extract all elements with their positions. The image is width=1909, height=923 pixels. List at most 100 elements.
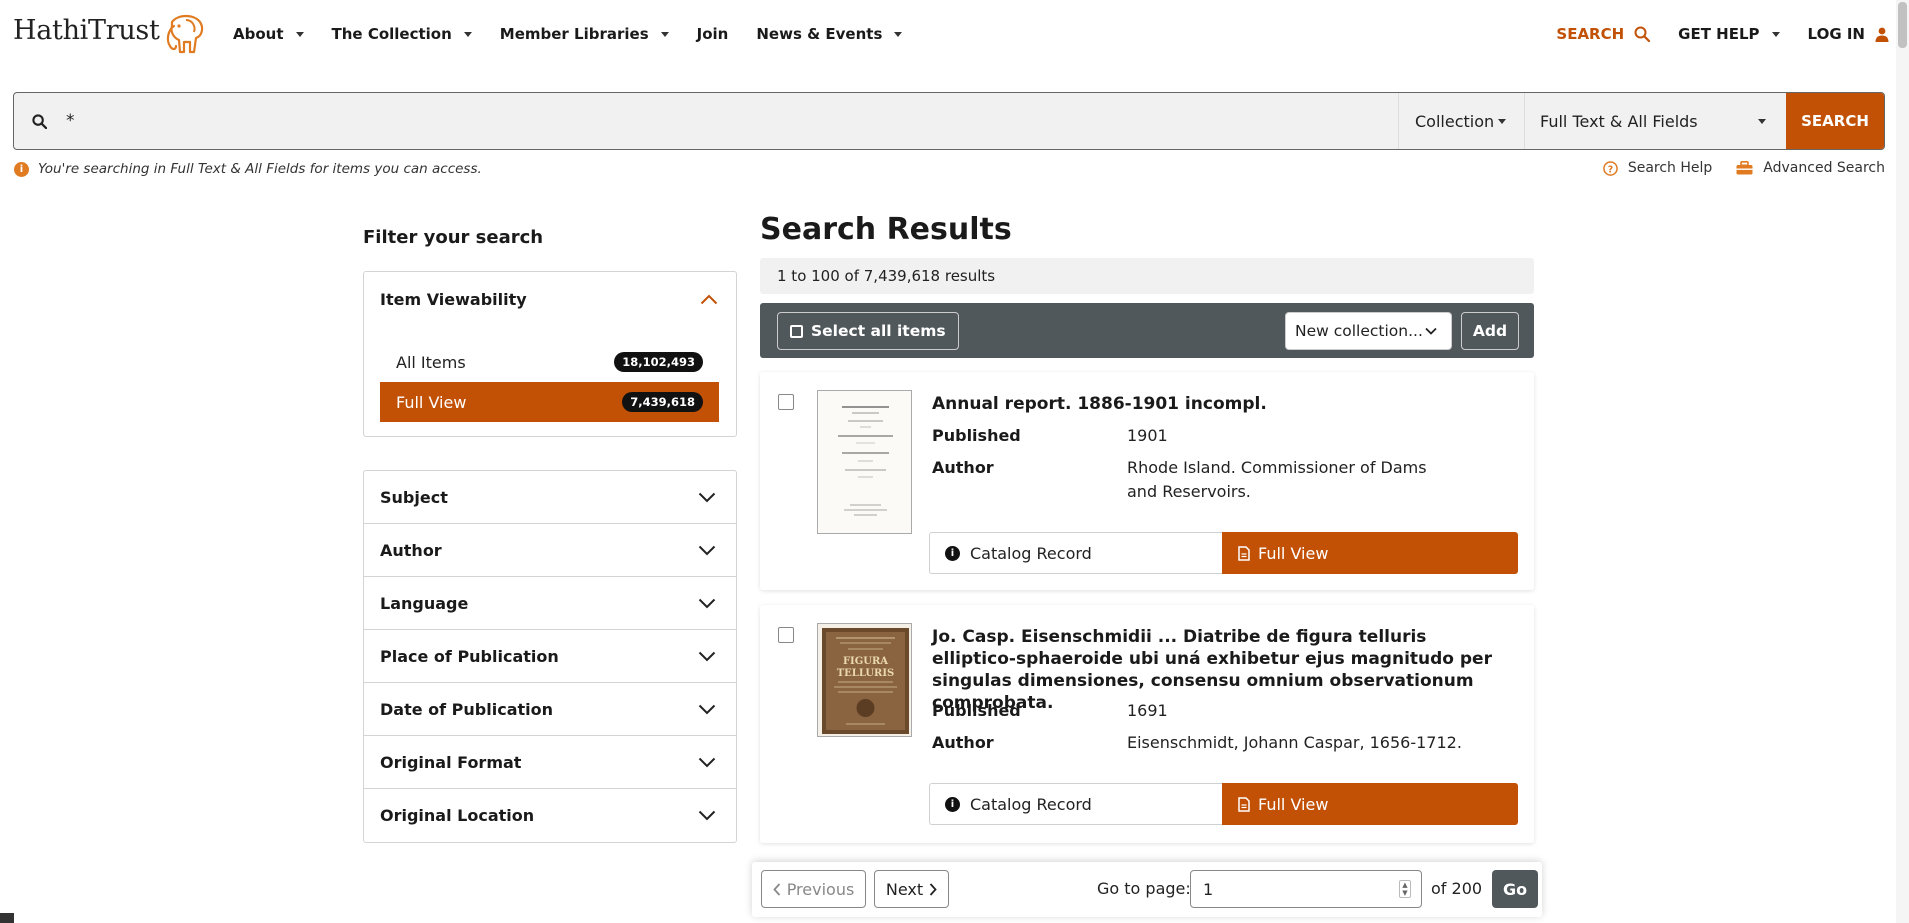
- page-scrollbar[interactable]: [1896, 0, 1909, 923]
- facet-author[interactable]: Author: [364, 524, 736, 577]
- chevron-left-icon: [772, 882, 780, 896]
- caret-down-icon: [894, 31, 903, 37]
- scrollbar-thumb[interactable]: [1898, 2, 1907, 48]
- facet-label: Author: [380, 540, 442, 560]
- logo-text: HathiTrust: [13, 15, 160, 46]
- new-collection-select[interactable]: New collection...: [1285, 312, 1452, 350]
- search-submit-button[interactable]: SEARCH: [1786, 93, 1884, 149]
- previous-label: Previous: [786, 879, 855, 899]
- next-page-button[interactable]: Next: [874, 870, 949, 908]
- facet-subject[interactable]: Subject: [364, 471, 736, 524]
- facet-place-of-publication[interactable]: Place of Publication: [364, 630, 736, 683]
- full-view-button[interactable]: Full View: [1222, 532, 1518, 574]
- page-title: Search Results: [760, 212, 1012, 247]
- catalog-record-button[interactable]: i Catalog Record: [929, 783, 1222, 825]
- published-label: Published: [932, 426, 1021, 445]
- caret-down-icon: [1771, 31, 1780, 37]
- count-badge: 18,102,493: [614, 352, 703, 372]
- search-input[interactable]: [64, 93, 1398, 149]
- chevron-down-icon: [698, 704, 716, 714]
- header-search-label: SEARCH: [1556, 25, 1625, 43]
- user-icon: [1875, 27, 1889, 42]
- collection-select[interactable]: Collection: [1398, 93, 1524, 149]
- facet-label: Original Location: [380, 806, 535, 825]
- search-field-select[interactable]: Full Text & All Fields: [1524, 93, 1786, 149]
- caret-down-icon: [660, 31, 669, 37]
- viewability-toggle[interactable]: Item Viewability: [380, 290, 718, 309]
- full-view-label: Full View: [1258, 794, 1329, 814]
- get-help-menu[interactable]: GET HELP: [1678, 25, 1780, 43]
- catalog-record-button[interactable]: i Catalog Record: [929, 532, 1222, 574]
- collection-select-label: Collection: [1415, 111, 1495, 131]
- results-count: 1 to 100 of 7,439,618 results: [760, 258, 1534, 294]
- nav-member-libraries[interactable]: Member Libraries: [500, 25, 669, 43]
- result-title[interactable]: Annual report. 1886-1901 incompl.: [932, 393, 1492, 415]
- search-scope-notice: i You're searching in Full Text & All Fi…: [14, 161, 482, 177]
- header-search-link[interactable]: SEARCH: [1556, 25, 1651, 43]
- info-icon: i: [14, 161, 29, 177]
- facet-label: Date of Publication: [380, 699, 554, 719]
- select-all-label: Select all items: [811, 322, 946, 340]
- nav-join[interactable]: Join: [697, 25, 729, 43]
- stepper-icon[interactable]: ▲ ▼: [1399, 880, 1411, 898]
- document-icon: [1238, 796, 1250, 812]
- facet-date-of-publication[interactable]: Date of Publication: [364, 683, 736, 736]
- author-value: Rhode Island. Commissioner of Dams and R…: [1127, 458, 1427, 501]
- select-all-button[interactable]: Select all items: [777, 312, 959, 350]
- viewability-all-items[interactable]: All Items 18,102,493: [380, 342, 719, 382]
- nav-the-collection[interactable]: The Collection: [332, 25, 472, 43]
- result-thumbnail[interactable]: FIGURA TELLURIS: [817, 623, 912, 737]
- utility-nav: SEARCH GET HELP LOG IN: [1528, 25, 1889, 43]
- nav-about[interactable]: About: [233, 25, 304, 43]
- viewability-title: Item Viewability: [380, 290, 527, 309]
- previous-page-button[interactable]: Previous: [761, 870, 866, 908]
- search-icon: [1634, 26, 1651, 42]
- facet-label: Subject: [380, 487, 448, 507]
- facet-label: Original Format: [380, 752, 522, 772]
- chevron-down-icon: [698, 545, 716, 555]
- viewability-full-view[interactable]: Full View 7,439,618: [380, 382, 719, 422]
- page-number-input[interactable]: 1 ▲ ▼: [1190, 870, 1422, 908]
- author-value: Eisenschmidt, Johann Caspar, 1656-1712.: [1127, 733, 1462, 752]
- svg-text:TELLURIS: TELLURIS: [837, 668, 895, 679]
- caret-down-icon: [463, 31, 472, 37]
- facet-language[interactable]: Language: [364, 577, 736, 630]
- checkbox-icon: [790, 324, 803, 338]
- result-item: FIGURA TELLURIS Jo. Casp. Eisenschmidii …: [760, 605, 1534, 843]
- nav-news-events[interactable]: News & Events: [756, 25, 903, 43]
- search-icon: [31, 113, 47, 129]
- chevron-up-icon: [700, 294, 718, 305]
- login-link[interactable]: LOG IN: [1808, 25, 1889, 43]
- facet-label: Place of Publication: [380, 646, 559, 666]
- search-scope-text: You're searching in Full Text & All Fiel…: [38, 161, 482, 177]
- viewability-option-label: Full View: [396, 392, 467, 412]
- full-view-button[interactable]: Full View: [1222, 783, 1518, 825]
- search-bar-icon-wrap: [14, 93, 64, 149]
- viewability-panel: Item Viewability All Items 18,102,493 Fu…: [363, 271, 737, 437]
- author-label: Author: [932, 733, 994, 752]
- results-toolbar: Select all items New collection... Add: [760, 303, 1534, 358]
- author-label: Author: [932, 458, 994, 477]
- go-button[interactable]: Go: [1492, 870, 1538, 908]
- elephant-logo-icon: [166, 14, 203, 54]
- svg-text:?: ?: [1608, 164, 1613, 175]
- published-value: 1901: [1127, 426, 1168, 445]
- result-checkbox[interactable]: [778, 394, 794, 410]
- nav-about-label: About: [233, 25, 284, 43]
- nav-member-libraries-label: Member Libraries: [499, 25, 649, 43]
- search-help-link[interactable]: ? Search Help: [1603, 160, 1712, 176]
- search-help-links: ? Search Help Advanced Search: [1579, 160, 1885, 176]
- facet-original-location[interactable]: Original Location: [364, 789, 736, 842]
- facet-original-format[interactable]: Original Format: [364, 736, 736, 789]
- advanced-search-link[interactable]: Advanced Search: [1736, 160, 1885, 176]
- result-thumbnail[interactable]: [817, 390, 912, 534]
- chevron-down-icon: [698, 492, 716, 502]
- document-page-thumbnail: [818, 391, 911, 533]
- svg-text:FIGURA: FIGURA: [843, 656, 888, 667]
- result-item: Annual report. 1886-1901 incompl. Publis…: [760, 372, 1534, 590]
- page-number-value: 1: [1203, 879, 1214, 899]
- total-pages: of 200: [1431, 879, 1483, 898]
- result-checkbox[interactable]: [778, 627, 794, 643]
- hathitrust-logo[interactable]: HathiTrust: [13, 12, 206, 58]
- add-to-collection-button[interactable]: Add: [1461, 312, 1519, 350]
